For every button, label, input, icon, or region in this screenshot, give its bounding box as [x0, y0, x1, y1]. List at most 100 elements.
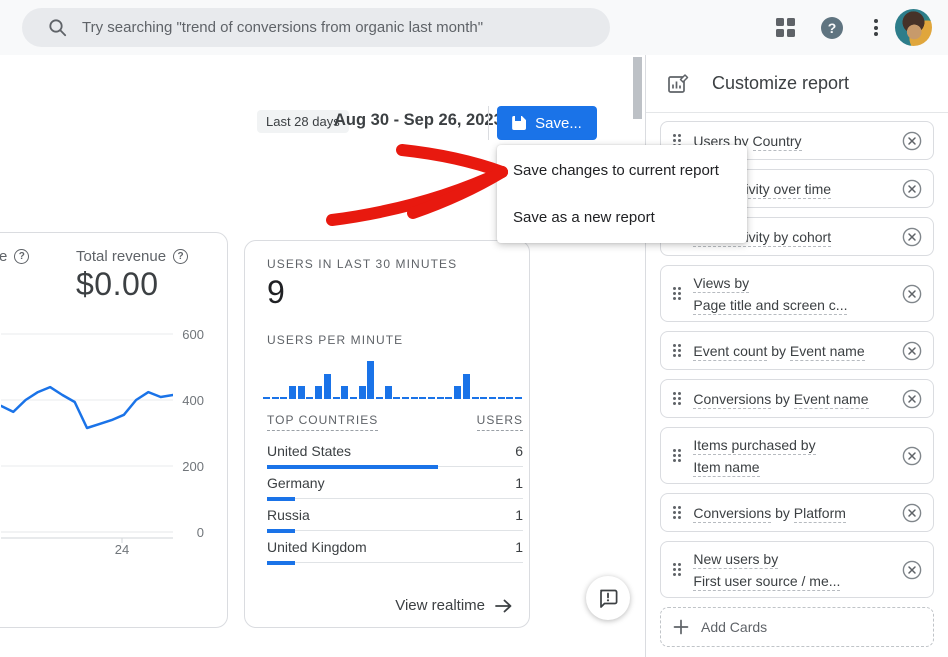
revenue-label-text: Total revenue — [76, 248, 166, 265]
line-series — [1, 387, 173, 428]
menu-item-save-new[interactable]: Save as a new report — [497, 194, 747, 241]
minute-bar-zero — [280, 397, 287, 399]
minute-bar-zero — [428, 397, 435, 399]
country-row: United Kingdom1 — [267, 539, 523, 563]
remove-card-icon[interactable] — [901, 559, 923, 581]
search-icon — [48, 18, 67, 37]
help-button[interactable]: ? — [812, 0, 852, 55]
apps-grid-button[interactable] — [765, 0, 805, 55]
country-name: United Kingdom — [267, 539, 367, 555]
arrow-right-icon — [495, 599, 513, 613]
view-realtime-link[interactable]: View realtime — [395, 597, 513, 614]
panel-title: Customize report — [712, 73, 849, 94]
country-row: United States6 — [267, 443, 523, 467]
card-label: Views byPage title and screen c... — [693, 274, 889, 314]
plus-icon — [673, 619, 689, 635]
save-floppy-icon — [512, 116, 526, 130]
users-per-minute-chart — [263, 354, 523, 399]
remove-card-icon[interactable] — [901, 388, 923, 410]
top-app-bar: ? — [0, 0, 948, 55]
remove-card-icon[interactable] — [901, 283, 923, 305]
metric-label-text: e — [0, 248, 7, 265]
country-users: 6 — [515, 443, 523, 459]
minute-bar-zero — [506, 397, 513, 399]
y-tick-400: 400 — [174, 393, 204, 408]
country-bar-fill — [267, 561, 295, 565]
more-options-button[interactable] — [856, 0, 896, 55]
help-icon: ? — [821, 17, 843, 39]
minute-bar-zero — [411, 397, 418, 399]
card-label: Conversions by Platform — [693, 504, 889, 522]
report-card-item[interactable]: Conversions by Event name — [660, 379, 934, 418]
minute-bar — [298, 386, 305, 399]
minute-bar — [359, 386, 366, 399]
minute-bar-zero — [419, 397, 426, 399]
country-row: Germany1 — [267, 475, 523, 499]
add-cards-label: Add Cards — [701, 619, 767, 635]
minute-bar-zero — [306, 397, 313, 399]
minute-bar — [463, 374, 470, 399]
feedback-button[interactable] — [586, 576, 630, 620]
menu-item-save-changes[interactable]: Save changes to current report — [497, 147, 747, 194]
customize-report-icon — [666, 72, 690, 96]
revenue-line-chart — [1, 331, 173, 545]
save-button[interactable]: Save... — [497, 106, 597, 140]
avatar[interactable] — [895, 9, 932, 46]
report-card-item[interactable]: Conversions by Platform — [660, 493, 934, 532]
y-tick-600: 600 — [174, 327, 204, 342]
total-revenue-value: $0.00 — [76, 266, 159, 303]
y-tick-0: 0 — [174, 525, 204, 540]
country-bar-track — [267, 530, 523, 531]
red-arrow-annotation — [320, 138, 520, 230]
users-column-header[interactable]: USERS — [477, 413, 523, 431]
report-card-item[interactable]: Event count by Event name — [660, 331, 934, 370]
minute-bar-zero — [263, 397, 270, 399]
remove-card-icon[interactable] — [901, 502, 923, 524]
minute-bar — [289, 386, 296, 399]
minute-bar-zero — [515, 397, 522, 399]
report-card-item[interactable]: Views byPage title and screen c... — [660, 265, 934, 322]
country-bar-fill — [267, 497, 295, 501]
help-circle-icon[interactable]: ? — [14, 249, 29, 264]
country-bar-track — [267, 498, 523, 499]
drag-handle-icon[interactable] — [673, 449, 681, 463]
drag-handle-icon[interactable] — [673, 563, 681, 577]
card-label: Conversions by Event name — [693, 390, 889, 408]
drag-handle-icon[interactable] — [673, 287, 681, 301]
help-circle-icon[interactable]: ? — [173, 249, 188, 264]
minute-bar-zero — [350, 397, 357, 399]
remove-card-icon[interactable] — [901, 226, 923, 248]
save-dropdown-menu: Save changes to current report Save as a… — [497, 145, 747, 243]
top-countries-rows: United States6 Germany1 Russia 1 United King… — [267, 443, 523, 571]
search-bar[interactable] — [22, 8, 610, 47]
country-name: Germany — [267, 475, 325, 491]
country-bar-track — [267, 562, 523, 563]
report-card-item[interactable]: New users byFirst user source / me... — [660, 541, 934, 598]
save-button-label: Save... — [535, 115, 582, 132]
country-name: Russia — [267, 507, 310, 523]
card-label: Event count by Event name — [693, 342, 889, 360]
search-input[interactable] — [82, 19, 592, 36]
top-countries-header: TOP COUNTRIES USERS — [267, 413, 523, 431]
minute-bar — [385, 386, 392, 399]
remove-card-icon[interactable] — [901, 178, 923, 200]
drag-handle-icon[interactable] — [673, 344, 681, 358]
drag-handle-icon[interactable] — [673, 392, 681, 406]
remove-card-icon[interactable] — [901, 130, 923, 152]
country-bar-fill — [267, 465, 438, 469]
remove-card-icon[interactable] — [901, 340, 923, 362]
country-row: Russia 1 — [267, 507, 523, 531]
analytics-screen: e ? Total revenue ? $0.00 600 400 200 0 … — [0, 0, 948, 657]
date-range-picker[interactable]: Aug 30 - Sep 26, 2023 — [334, 111, 503, 130]
drag-handle-icon[interactable] — [673, 506, 681, 520]
remove-card-icon[interactable] — [901, 445, 923, 467]
scrollbar-thumb[interactable] — [633, 57, 642, 119]
country-users: 1 — [515, 507, 523, 523]
minute-bar-zero — [393, 397, 400, 399]
card-label: New users byFirst user source / me... — [693, 550, 889, 590]
total-revenue-label: Total revenue ? — [76, 248, 188, 265]
report-card-item[interactable]: Items purchased byItem name — [660, 427, 934, 484]
countries-column-header[interactable]: TOP COUNTRIES — [267, 413, 378, 431]
minute-bar-zero — [333, 397, 340, 399]
add-cards-button[interactable]: Add Cards — [660, 607, 934, 647]
